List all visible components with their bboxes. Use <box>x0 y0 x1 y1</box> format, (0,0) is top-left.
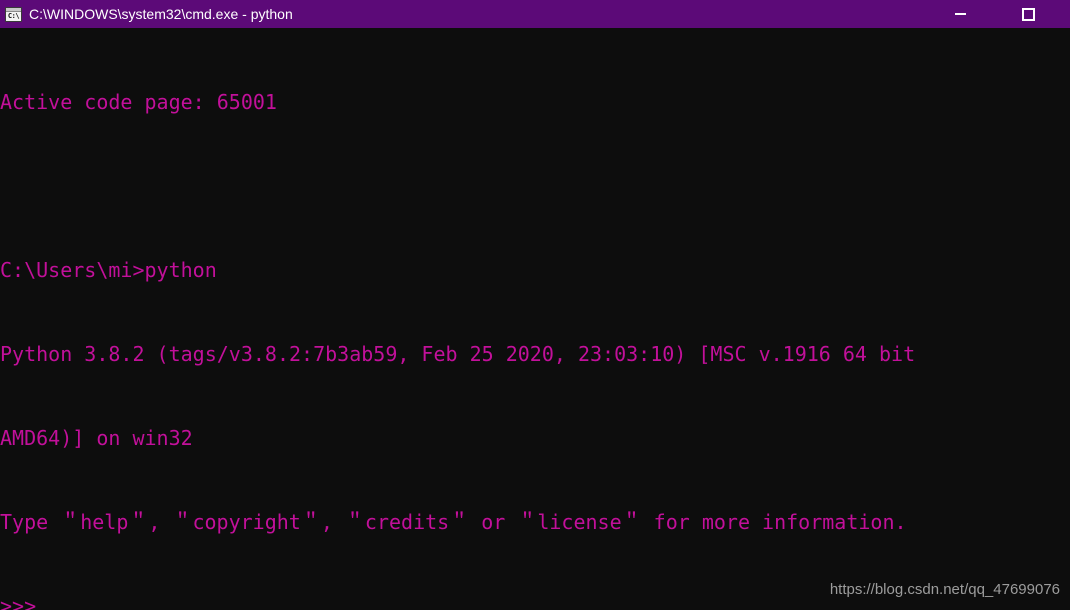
console-line: C:\Users\mi>python <box>0 258 217 282</box>
watermark: https://blog.csdn.net/qq_47699076 <box>829 581 1060 598</box>
title-bar[interactable]: C:\ C:\WINDOWS\system32\cmd.exe - python <box>0 0 1070 28</box>
minimize-button[interactable] <box>937 0 983 28</box>
maximize-button[interactable] <box>1008 0 1048 28</box>
console-line: Type ＂help＂, ＂copyright＂, ＂credits＂ or ＂… <box>0 510 907 534</box>
cmd-window: C:\ C:\WINDOWS\system32\cmd.exe - python… <box>0 0 1070 610</box>
console-line: Python 3.8.2 (tags/v3.8.2:7b3ab59, Feb 2… <box>0 342 916 366</box>
console-line: AMD64)] on win32 <box>0 426 193 450</box>
console-line: Active code page: 65001 <box>0 90 277 114</box>
window-controls <box>937 0 1070 28</box>
cmd-console-icon: C:\ <box>5 6 22 22</box>
icon-prompt-glyph: C:\ <box>7 11 20 20</box>
window-title: C:\WINDOWS\system32\cmd.exe - python <box>29 6 293 22</box>
maximize-icon <box>1021 7 1035 21</box>
python-repl-prompt: >>> <box>0 594 37 610</box>
console-text: Active code page: 65001 C:\Users\mi>pyth… <box>0 32 915 610</box>
minimize-icon <box>954 13 966 15</box>
console-output-area[interactable]: Active code page: 65001 C:\Users\mi>pyth… <box>0 28 1070 610</box>
